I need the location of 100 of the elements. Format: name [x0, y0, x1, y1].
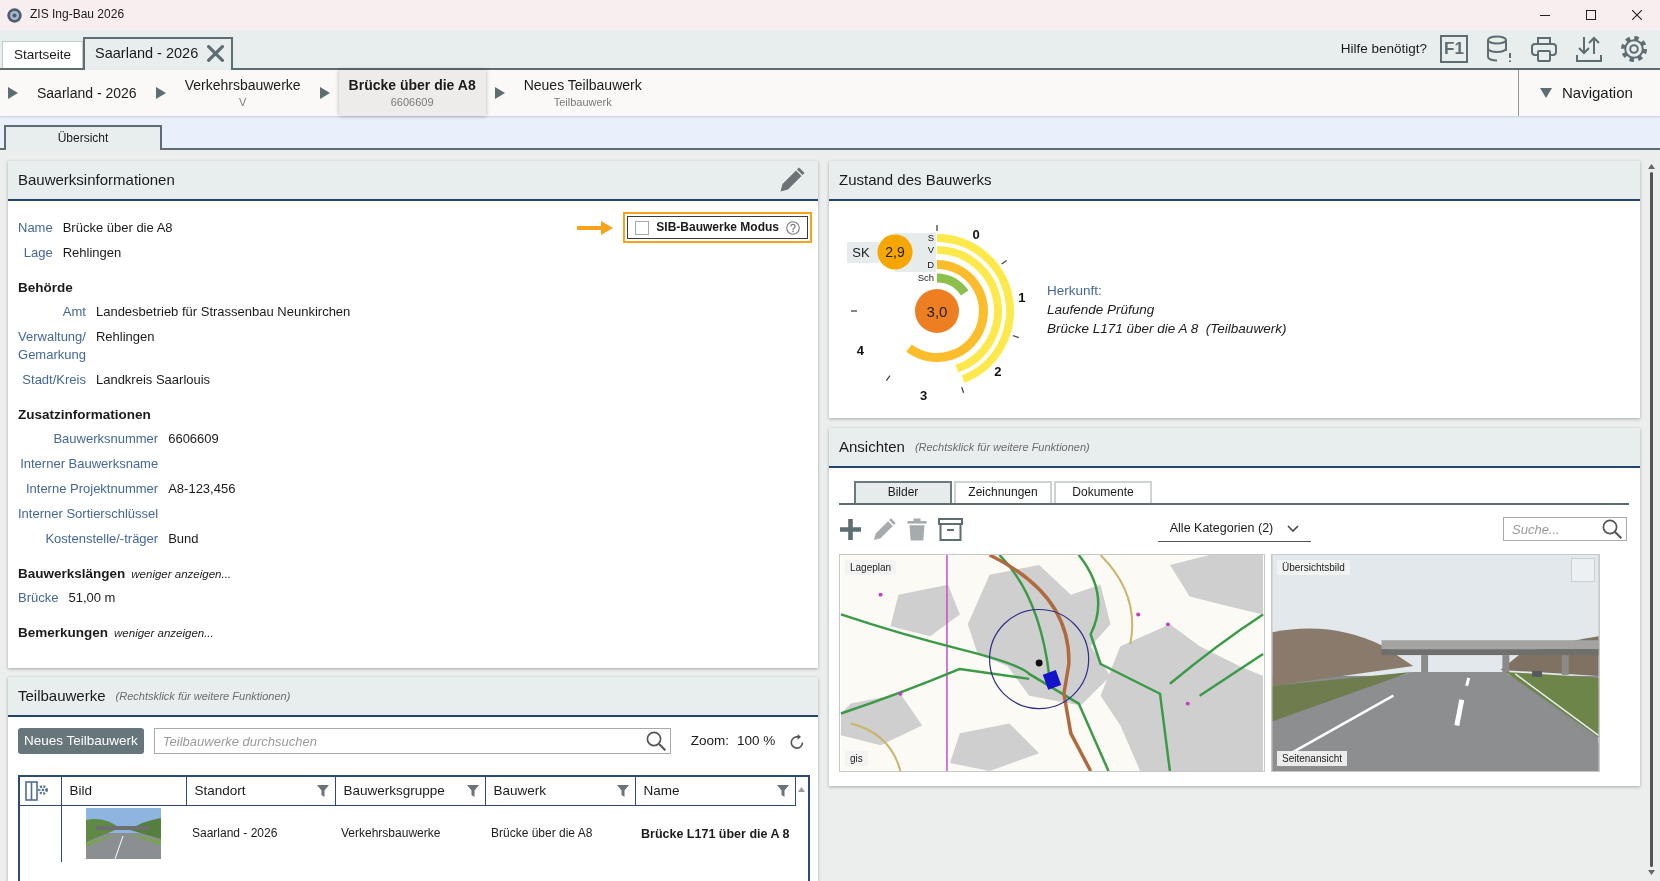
- minimize-icon[interactable]: [1540, 14, 1550, 16]
- view-tab[interactable]: Dokumente: [1054, 481, 1152, 503]
- panel-title: Zustand des Bauwerks: [839, 170, 992, 190]
- checkbox[interactable]: [635, 220, 650, 235]
- chevron-down-icon: [1287, 525, 1300, 532]
- search-field[interactable]: Teilbauwerke durchsuchen: [153, 728, 671, 754]
- close-icon[interactable]: [1632, 10, 1642, 20]
- up-down-arrows-icon[interactable]: [1575, 35, 1603, 63]
- panel-title: Teilbauwerke: [18, 686, 106, 706]
- origin-label: Herkunft:: [1047, 282, 1103, 300]
- filter-icon[interactable]: [316, 784, 329, 797]
- database-icon[interactable]: [1485, 35, 1513, 63]
- section-heading: Zusatzinformationen: [18, 406, 151, 424]
- table-cell: Brücke über die A8: [485, 805, 635, 862]
- panel-title: Ansichten: [839, 437, 905, 457]
- document-tab[interactable]: Startseite: [2, 41, 84, 68]
- table-cell: Verkehrsbauwerke: [335, 805, 485, 862]
- archive-box-icon[interactable]: [938, 517, 963, 541]
- field-value: A8-123,456: [168, 480, 236, 498]
- field-value: 6606609: [168, 430, 220, 448]
- field-value: Rehlingen: [95, 328, 156, 346]
- column-header[interactable]: Standort: [186, 777, 335, 805]
- sk-grade-badge: 2,9: [877, 234, 913, 269]
- triangle-down-icon: [1540, 88, 1552, 98]
- table-cell: Saarland - 2026: [186, 805, 335, 862]
- category-dropdown[interactable]: Alle Kategorien (2): [1158, 516, 1311, 542]
- show-less-link[interactable]: weniger anzeigen...: [131, 562, 232, 586]
- column-header[interactable]: Bild: [61, 777, 186, 805]
- view-tab[interactable]: Zeichnungen: [954, 481, 1052, 503]
- field-value: Rehlingen: [62, 244, 123, 262]
- breadcrumb-item[interactable]: Neues Teilbauwerk Teilbauwerk: [513, 70, 652, 116]
- breadcrumb-item[interactable]: Saarland - 2026: [27, 70, 147, 116]
- search-icon[interactable]: [645, 731, 666, 751]
- scroll-up-icon[interactable]: [1647, 164, 1655, 169]
- image-caption: Lageplan: [845, 560, 897, 575]
- filter-icon[interactable]: [466, 784, 479, 797]
- show-less-link[interactable]: weniger anzeigen...: [114, 621, 214, 645]
- sib-mode-toggle[interactable]: SIB-Bauwerke Modus: [627, 216, 808, 239]
- image-footer-label: gis: [845, 751, 868, 766]
- page-tab[interactable]: Übersicht: [4, 125, 162, 150]
- search-icon[interactable]: [1602, 519, 1622, 539]
- help-label: Hilfe benötigt?: [1340, 40, 1427, 58]
- triangle-right-icon: [8, 87, 18, 99]
- app-icon: [7, 7, 22, 23]
- help-icon[interactable]: [786, 220, 800, 235]
- origin-text: Laufende Prüfung: [1047, 301, 1156, 319]
- field-value: 51,00 m: [68, 589, 116, 607]
- scroll-up-icon[interactable]: [797, 786, 805, 792]
- pencil-icon[interactable]: [779, 167, 805, 193]
- scrollbar-thumb[interactable]: [1649, 172, 1653, 867]
- scroll-down-icon[interactable]: [1647, 870, 1655, 875]
- field-label: Kostenstelle/-träger: [44, 530, 159, 548]
- field-label: Amt: [61, 303, 86, 321]
- scale-tick: [885, 374, 891, 381]
- origin-text: Brücke L171 über die A 8 (Teilbauwerk): [1047, 320, 1287, 338]
- field-label: Interne Projektnummer: [24, 480, 159, 498]
- checkbox[interactable]: [1571, 558, 1595, 582]
- section-heading: Behörde: [18, 279, 73, 297]
- field-label: Interner Bauwerksname: [19, 455, 159, 473]
- ring-label: Sch: [917, 271, 934, 283]
- new-substructure-button[interactable]: Neues Teilbauwerk: [18, 728, 144, 754]
- field-label: Stadt/Kreis: [21, 371, 86, 389]
- panel-hint: (Rechtsklick für weitere Funktionen): [115, 688, 291, 704]
- triangle-right-icon: [494, 87, 505, 99]
- map-drawing[interactable]: [839, 554, 1265, 772]
- section-heading: Bauwerkslängen: [18, 565, 126, 583]
- maximize-icon[interactable]: [1586, 10, 1596, 20]
- filter-icon[interactable]: [776, 784, 789, 797]
- reset-zoom-icon[interactable]: [789, 732, 806, 750]
- highway-bridge-drawing[interactable]: [1271, 554, 1600, 772]
- breadcrumb-item[interactable]: Brücke über die A8 6606609: [338, 70, 486, 116]
- zoom-label: Zoom:: [690, 732, 730, 750]
- field-label: Bauwerksnummer: [52, 430, 159, 448]
- table-cell: Brücke L171 über die A 8: [635, 805, 795, 862]
- column-settings-icon[interactable]: [25, 780, 49, 801]
- zoom-value: 100 %: [737, 732, 776, 750]
- settings-icon[interactable]: [1620, 35, 1648, 63]
- column-header[interactable]: Name: [635, 777, 795, 805]
- panel-hint: (Rechtsklick für weitere Funktionen): [914, 439, 1090, 455]
- breadcrumb-item[interactable]: Verkehrsbauwerke V: [174, 70, 311, 116]
- view-tab[interactable]: Bilder: [854, 481, 952, 503]
- plus-icon[interactable]: [839, 517, 862, 541]
- field-label: Verwaltung/ Gemarkung: [18, 328, 86, 364]
- window-title: ZIS Ing-Bau 2026: [30, 7, 125, 23]
- field-label: Brücke: [18, 589, 59, 607]
- column-header[interactable]: Bauwerk: [485, 777, 635, 805]
- filter-icon[interactable]: [616, 784, 629, 797]
- scale-label: 0: [972, 226, 980, 242]
- help-key-button[interactable]: F1: [1440, 35, 1468, 63]
- printer-icon[interactable]: [1530, 35, 1558, 63]
- field-label: Name: [18, 219, 53, 237]
- scale-label: 3: [919, 387, 928, 403]
- highway-bridge-drawing[interactable]: [86, 808, 162, 860]
- scale-label: 2: [994, 363, 1002, 379]
- ring-label: S: [927, 231, 934, 243]
- search-field[interactable]: Suche...: [1503, 517, 1627, 541]
- document-tab[interactable]: Saarland - 2026: [83, 37, 234, 70]
- panel-title: Bauwerksinformationen: [18, 170, 175, 190]
- image-footer-label: Seitenansicht: [1277, 751, 1348, 766]
- column-header[interactable]: Bauwerksgruppe: [335, 777, 485, 805]
